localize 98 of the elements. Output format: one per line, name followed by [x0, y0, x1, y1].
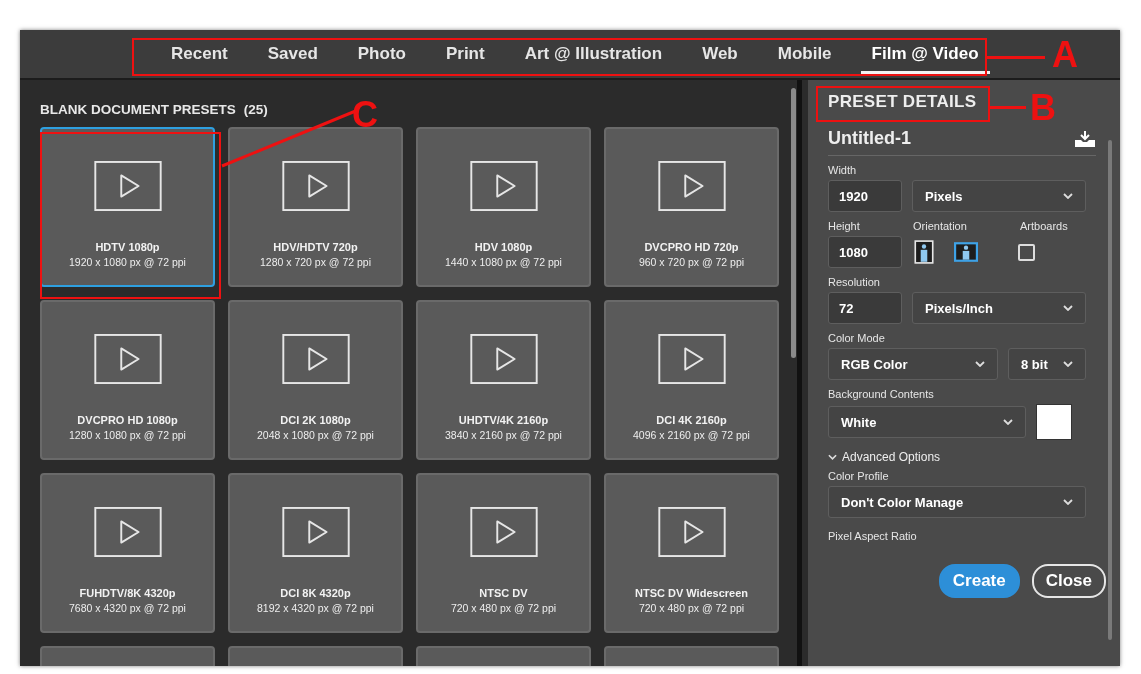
artboards-checkbox[interactable] — [1018, 243, 1035, 261]
preset-size: 960 x 720 px @ 72 ppi — [638, 256, 745, 268]
preset-size: 720 x 480 px @ 72 ppi — [638, 602, 745, 614]
preset-card[interactable]: UHDTV/4K 2160p 3840 x 2160 px @ 72 ppi — [416, 300, 591, 460]
chevron-down-icon — [1063, 499, 1073, 505]
field-label: Artboards — [1020, 220, 1068, 232]
color-profile-dropdown[interactable]: Don't Color Manage — [828, 486, 1086, 518]
preset-size: 1920 x 1080 px @ 72 ppi — [69, 256, 186, 268]
video-icon — [469, 334, 538, 384]
field-label: Background Contents — [828, 388, 935, 400]
video-icon — [281, 161, 350, 211]
chevron-down-icon — [1063, 193, 1073, 199]
preset-size: 8192 x 4320 px @ 72 ppi — [257, 602, 374, 614]
chevron-down-icon — [1063, 361, 1073, 367]
category-tab[interactable]: Print — [434, 34, 496, 74]
preset-name: DCI 8K 4320p — [280, 587, 351, 599]
preset-card[interactable]: HDV/HDTV 720p 1280 x 720 px @ 72 ppi — [228, 127, 403, 287]
close-button[interactable]: Close — [1031, 564, 1106, 598]
chevron-down-icon — [975, 361, 985, 367]
preset-card[interactable]: HDV 1080p 1440 x 1080 px @ 72 ppi — [416, 127, 591, 287]
video-icon — [469, 161, 538, 211]
preset-card[interactable]: DCI 4K 2160p 4096 x 2160 px @ 72 ppi — [604, 300, 779, 460]
preset-name: DCI 4K 2160p — [656, 414, 727, 426]
chevron-down-icon — [1063, 305, 1073, 311]
preset-card[interactable]: DVCPRO HD 1080p 1280 x 1080 px @ 72 ppi — [40, 300, 215, 460]
advanced-options-toggle[interactable]: Advanced Options — [828, 450, 1086, 464]
preset-size: 3840 x 2160 px @ 72 ppi — [445, 429, 562, 441]
field-label: Color Profile — [828, 470, 890, 482]
save-preset-icon[interactable] — [1074, 129, 1096, 148]
preset-name: FUHDTV/8K 4320p — [79, 587, 176, 599]
category-tab[interactable]: Saved — [256, 34, 329, 74]
video-icon — [93, 334, 162, 384]
preset-size: 720 x 480 px @ 72 ppi — [450, 602, 557, 614]
preset-name: NTSC DV Widescreen — [635, 587, 748, 599]
field-label: Orientation — [913, 220, 968, 232]
unit-dropdown[interactable]: Pixels/Inch — [912, 292, 1086, 324]
category-tab[interactable]: Film @ Video — [860, 34, 990, 74]
document-name: Untitled-1 — [828, 128, 911, 149]
preset-name: DCI 2K 1080p — [280, 414, 351, 426]
video-icon — [657, 507, 726, 557]
preset-size: 4096 x 2160 px @ 72 ppi — [633, 429, 750, 441]
landscape-icon[interactable] — [954, 240, 978, 264]
category-tab[interactable]: Web — [691, 34, 749, 74]
preset-name: UHDTV/4K 2160p — [458, 414, 549, 426]
scrollbar[interactable] — [1108, 140, 1112, 640]
preset-size: 1280 x 720 px @ 72 ppi — [259, 256, 372, 268]
video-icon — [93, 161, 162, 211]
unit-dropdown[interactable]: Pixels — [912, 180, 1086, 212]
annotation-letter: A — [1052, 35, 1078, 75]
preset-name: HDTV 1080p — [95, 241, 160, 253]
field-label: Resolution — [828, 276, 881, 288]
video-icon — [281, 507, 350, 557]
preset-size: 1440 x 1080 px @ 72 ppi — [445, 256, 562, 268]
preset-card[interactable]: NTSC DV Widescreen 720 x 480 px @ 72 ppi — [604, 473, 779, 633]
preset-card[interactable]: HDTV 1080p 1920 x 1080 px @ 72 ppi — [40, 127, 215, 287]
preset-name: HDV/HDTV 720p — [273, 241, 358, 253]
video-icon — [93, 507, 162, 557]
chevron-icon — [828, 454, 837, 460]
color-swatch[interactable] — [1036, 404, 1072, 440]
category-tab[interactable]: Photo — [346, 34, 417, 74]
preset-card[interactable]: NTSC DV 720 x 480 px @ 72 ppi — [416, 473, 591, 633]
field-label: Pixel Aspect Ratio — [828, 530, 918, 542]
chevron-down-icon — [1003, 419, 1013, 425]
preset-card[interactable]: DCI 8K 4320p 8192 x 4320 px @ 72 ppi — [228, 473, 403, 633]
preset-size: 7680 x 4320 px @ 72 ppi — [69, 602, 186, 614]
width-field[interactable]: 1920 — [828, 180, 902, 212]
leader-line — [990, 106, 1026, 109]
preset-card[interactable]: DCI 2K 1080p 2048 x 1080 px @ 72 ppi — [228, 300, 403, 460]
portrait-icon[interactable] — [912, 240, 936, 264]
preset-size: 1280 x 1080 px @ 72 ppi — [69, 429, 186, 441]
video-icon — [281, 334, 350, 384]
leader-line — [987, 56, 1045, 59]
color-mode-dropdown[interactable]: RGB Color — [828, 348, 998, 380]
presets-heading: BLANK DOCUMENT PRESETS — [40, 102, 236, 117]
preset-name: DVCPRO HD 720p — [644, 241, 739, 253]
scrollbar[interactable] — [791, 88, 796, 358]
presets-count: (25) — [243, 102, 268, 117]
video-icon — [657, 161, 726, 211]
video-icon — [469, 507, 538, 557]
bit-depth-dropdown[interactable]: 8 bit — [1008, 348, 1086, 380]
preset-size: 2048 x 1080 px @ 72 ppi — [257, 429, 374, 441]
field-label: Height — [828, 220, 861, 232]
background-dropdown[interactable]: White — [828, 406, 1026, 438]
preset-name: HDV 1080p — [474, 241, 533, 253]
field-label: Color Mode — [828, 332, 886, 344]
preset-name: DVCPRO HD 1080p — [77, 414, 178, 426]
resolution-field[interactable]: 72 — [828, 292, 902, 324]
details-heading: PRESET DETAILS — [828, 92, 977, 112]
preset-name: NTSC DV — [479, 587, 528, 599]
category-tab[interactable]: Mobile — [766, 34, 843, 74]
preset-card[interactable]: FUHDTV/8K 4320p 7680 x 4320 px @ 72 ppi — [40, 473, 215, 633]
category-tab[interactable]: Art @ Illustration — [513, 34, 674, 74]
video-icon — [657, 334, 726, 384]
height-field[interactable]: 1080 — [828, 236, 902, 268]
annotation-letter: B — [1030, 88, 1056, 128]
category-tab[interactable]: Recent — [160, 34, 239, 74]
preset-card[interactable]: DVCPRO HD 720p 960 x 720 px @ 72 ppi — [604, 127, 779, 287]
field-label: Width — [828, 164, 858, 176]
